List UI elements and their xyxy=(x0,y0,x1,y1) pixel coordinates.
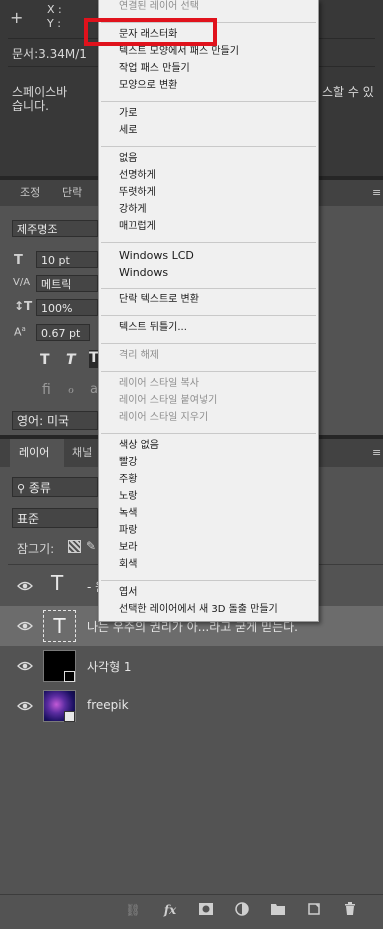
tab-channels[interactable]: 채널 xyxy=(66,439,98,467)
y-label: Y : xyxy=(47,17,61,30)
layer-name: 사각형 1 xyxy=(87,660,132,674)
menu-item-color-green[interactable]: 녹색 xyxy=(119,507,137,521)
menu-item-create-work-path[interactable]: 작업 패스 만들기 xyxy=(119,62,190,76)
menu-item-select-linked-layers: 연결된 레이어 선택 xyxy=(119,1,199,12)
swash-icon[interactable]: ℴ xyxy=(68,382,74,397)
menu-item-color-red[interactable]: 빨강 xyxy=(119,456,137,470)
layer-filter-select[interactable]: ⚲ 종류 xyxy=(12,477,98,497)
x-label: X : xyxy=(47,3,62,16)
visibility-eye-icon[interactable] xyxy=(17,699,33,713)
lock-brush-icon[interactable]: ✎ xyxy=(86,539,98,553)
vertical-scale-field[interactable]: 100% xyxy=(36,299,98,316)
lock-transparency-icon[interactable] xyxy=(68,540,81,553)
layer-name: freepik xyxy=(87,698,129,712)
kerning-icon: V/A xyxy=(13,277,31,288)
ordinal-icon[interactable]: a xyxy=(90,382,98,397)
vertical-scale-icon: ↕T xyxy=(14,299,33,313)
shape-layer-thumbnail xyxy=(43,650,76,682)
menu-item-vertical[interactable]: 세로 xyxy=(119,124,137,138)
menu-item-paste-layer-style: 레이어 스타일 붙여넣기 xyxy=(119,395,218,406)
smart-object-badge-icon xyxy=(64,711,75,722)
font-size-field[interactable]: 10 pt xyxy=(36,251,98,268)
blend-mode-select[interactable]: 표준 xyxy=(12,508,98,528)
menu-item-aa-strong[interactable]: 강하게 xyxy=(119,203,147,217)
menu-item-warp-text[interactable]: 텍스트 뒤틀기... xyxy=(119,321,187,335)
layer-row[interactable]: 사각형 1 xyxy=(0,646,383,686)
layer-row[interactable]: freepik xyxy=(0,686,383,726)
tab-paragraph[interactable]: 단락 xyxy=(56,180,88,206)
menu-item-color-none[interactable]: 색상 없음 xyxy=(119,439,159,453)
menu-item-convert-to-shape[interactable]: 모양으로 변환 xyxy=(119,79,177,93)
crosshair-icon: + xyxy=(10,8,24,27)
lock-label: 잠그기: xyxy=(17,542,55,556)
menu-item-color-orange[interactable]: 주황 xyxy=(119,473,137,487)
menu-item-color-blue[interactable]: 파랑 xyxy=(119,524,137,538)
tab-layers[interactable]: 레이어 xyxy=(13,439,55,467)
faux-italic-icon[interactable]: T xyxy=(66,352,76,368)
baseline-shift-field[interactable]: 0.67 pt xyxy=(36,324,90,341)
highlight-box xyxy=(84,18,217,46)
menu-item-aa-crisp[interactable]: 뚜렷하게 xyxy=(119,186,156,200)
shape-badge-icon xyxy=(64,671,75,682)
text-preview-line1-right: 스할 수 있 xyxy=(322,85,374,99)
font-family-select[interactable]: 제주명조 xyxy=(12,220,98,237)
filter-label: 종류 xyxy=(28,481,51,495)
link-layers-icon[interactable]: ⛓ xyxy=(125,902,141,918)
search-icon: ⚲ xyxy=(17,482,26,495)
add-mask-icon[interactable] xyxy=(198,902,214,918)
visibility-eye-icon[interactable] xyxy=(17,659,33,673)
menu-item-color-yellow[interactable]: 노랑 xyxy=(119,490,137,504)
kerning-field[interactable]: 메트릭 xyxy=(36,275,98,292)
panel-menu-icon[interactable]: ≡ xyxy=(372,446,381,459)
image-layer-thumbnail xyxy=(43,690,76,722)
visibility-eye-icon[interactable] xyxy=(17,579,33,593)
adjustment-layer-icon[interactable] xyxy=(234,902,250,918)
menu-item-convert-to-paragraph-text[interactable]: 단락 텍스트로 변환 xyxy=(119,293,199,307)
menu-item-windows[interactable]: Windows xyxy=(119,266,168,280)
text-layer-thumb-icon: T xyxy=(51,571,64,595)
delete-layer-icon[interactable] xyxy=(342,902,358,918)
menu-item-postcard[interactable]: 엽서 xyxy=(119,586,137,600)
font-size-icon: T xyxy=(14,253,23,268)
menu-item-color-violet[interactable]: 보라 xyxy=(119,541,137,555)
new-group-icon[interactable] xyxy=(270,902,286,918)
menu-item-aa-smooth[interactable]: 매끄럽게 xyxy=(119,220,156,234)
menu-item-horizontal[interactable]: 가로 xyxy=(119,107,137,121)
menu-item-color-gray[interactable]: 회색 xyxy=(119,558,137,572)
menu-item-create-path-from-text[interactable]: 텍스트 모양에서 패스 만들기 xyxy=(119,45,239,59)
visibility-eye-icon[interactable] xyxy=(17,619,33,633)
menu-item-windows-lcd[interactable]: Windows LCD xyxy=(119,249,194,263)
context-menu: 연결된 레이어 선택 문자 래스터화 텍스트 모양에서 패스 만들기 작업 패스… xyxy=(98,0,319,622)
menu-item-release-isolation: 격리 해제 xyxy=(119,350,159,361)
menu-item-aa-none[interactable]: 없음 xyxy=(119,152,137,166)
menu-item-clear-layer-style: 레이어 스타일 지우기 xyxy=(119,412,209,423)
new-layer-icon[interactable] xyxy=(306,902,322,918)
tab-adjustments[interactable]: 조정 xyxy=(14,180,46,206)
faux-bold-icon[interactable]: T xyxy=(40,352,50,368)
text-preview-line2: 습니다. xyxy=(12,99,49,113)
menu-item-copy-layer-style: 레이어 스타일 복사 xyxy=(119,378,199,389)
fx-icon[interactable]: fx xyxy=(162,902,178,918)
menu-item-new-3d-extrusion[interactable]: 선택한 레이어에서 새 3D 돌출 만들기 xyxy=(119,603,278,617)
panel-menu-icon[interactable]: ≡ xyxy=(372,186,381,199)
ligature-icon[interactable]: fi xyxy=(42,382,51,398)
language-select[interactable]: 영어: 미국 xyxy=(12,411,98,430)
text-layer-thumbnail: T xyxy=(43,610,76,642)
doc-size: 문서:3.34M/1 xyxy=(12,47,87,61)
baseline-shift-icon: Aa xyxy=(14,325,26,339)
menu-item-aa-sharp[interactable]: 선명하게 xyxy=(119,169,156,183)
